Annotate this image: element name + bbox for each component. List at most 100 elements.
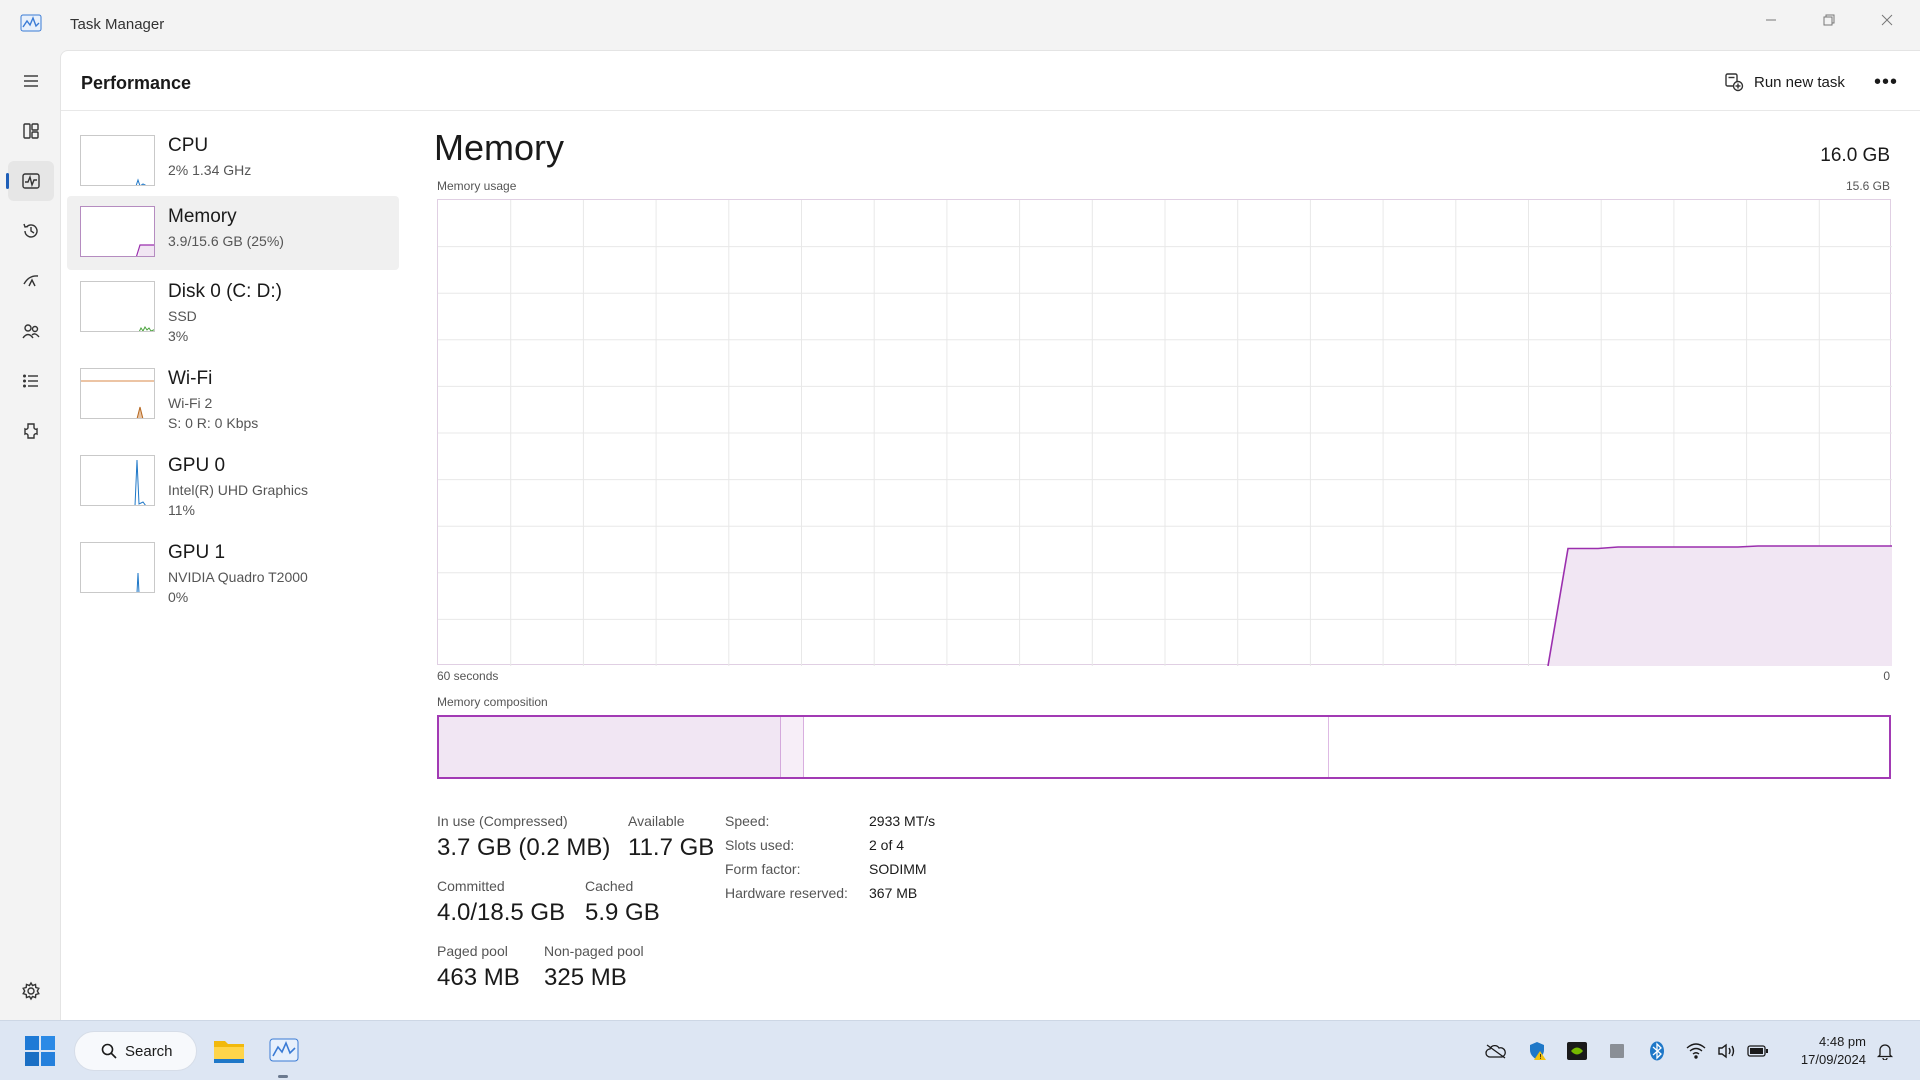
cached-value: 5.9 GB (585, 899, 660, 926)
committed-label: Committed (437, 878, 505, 894)
more-options-button[interactable]: ••• (1871, 69, 1901, 95)
clock-date: 17/09/2024 (1800, 1052, 1866, 1067)
active-app-indicator (278, 1075, 288, 1078)
memory-usage-graph (437, 199, 1892, 667)
details-icon[interactable] (8, 361, 54, 401)
main-panel: Performance Run new task ••• CPU 2% 1.34… (60, 50, 1920, 1020)
memory-composition-bar (437, 715, 1891, 779)
notification-bell-icon[interactable] (1874, 1041, 1896, 1061)
volume-icon[interactable] (1716, 1041, 1738, 1061)
composition-modified (781, 717, 805, 777)
device-detail: Intel(R) UHD Graphics (168, 482, 309, 498)
security-warning-icon[interactable]: ! (1526, 1041, 1548, 1061)
startup-apps-icon[interactable] (8, 261, 54, 301)
gpu-1-thumbnail (80, 542, 155, 593)
non-paged-pool-label: Non-paged pool (544, 943, 644, 959)
device-memory[interactable]: Memory 3.9/15.6 GB (25%) (67, 196, 399, 270)
device-detail-2: 0% (168, 589, 189, 605)
committed-value: 4.0/18.5 GB (437, 899, 566, 926)
device-detail: 2% 1.34 GHz (168, 162, 252, 178)
minimize-button[interactable] (1742, 0, 1800, 40)
device-name: GPU 1 (168, 542, 226, 563)
paged-pool-label: Paged pool (437, 943, 508, 959)
task-manager-icon (20, 14, 42, 32)
run-new-task-label: Run new task (1754, 73, 1845, 91)
in-use-value: 3.7 GB (0.2 MB) (437, 834, 611, 861)
memory-usage-chart (438, 200, 1892, 667)
form-factor-label: Form factor: (725, 861, 801, 877)
clock-time: 4:48 pm (1819, 1034, 1866, 1049)
bluetooth-icon[interactable] (1646, 1041, 1668, 1061)
restore-button[interactable] (1800, 0, 1858, 40)
memory-usage-label: Memory usage (437, 179, 517, 193)
device-detail: 3.9/15.6 GB (25%) (168, 233, 284, 249)
navigation-rail (0, 50, 60, 1020)
speed-value: 2933 MT/s (869, 813, 936, 829)
taskbar-clock[interactable]: 4:48 pm 17/09/2024 (1801, 1033, 1866, 1069)
hardware-reserved-value: 367 MB (869, 885, 918, 901)
close-button[interactable] (1858, 0, 1916, 40)
onedrive-offline-icon[interactable] (1485, 1041, 1507, 1061)
file-explorer-icon[interactable] (211, 1033, 247, 1069)
app-history-icon[interactable] (8, 211, 54, 251)
device-name: Memory (168, 206, 237, 227)
device-detail: NVIDIA Quadro T2000 (168, 569, 308, 585)
cached-label: Cached (585, 878, 634, 894)
page-title: Performance (81, 73, 192, 93)
window-title: Task Manager (70, 16, 165, 33)
composition-standby (804, 717, 1330, 777)
app-tray-icon[interactable] (1606, 1041, 1628, 1061)
device-detail-2: 3% (168, 328, 189, 344)
form-factor-value: SODIMM (869, 861, 927, 877)
graph-time-span: 60 seconds (437, 669, 499, 683)
page-header: Performance Run new task ••• (61, 51, 1920, 111)
device-gpu-1[interactable]: GPU 1 NVIDIA Quadro T2000 0% (67, 532, 399, 606)
windows-start-icon[interactable] (24, 1035, 56, 1067)
device-disk-0[interactable]: Disk 0 (C: D:) SSD 3% (67, 271, 399, 345)
gpu-0-thumbnail (80, 455, 155, 506)
in-use-label: In use (Compressed) (437, 813, 568, 829)
search-label: Search (125, 1042, 173, 1060)
task-manager-taskbar-icon[interactable] (266, 1033, 302, 1069)
wifi-icon[interactable] (1685, 1041, 1707, 1061)
composition-free (1329, 717, 1889, 777)
performance-icon[interactable] (6, 161, 54, 201)
device-cpu[interactable]: CPU 2% 1.34 GHz (67, 125, 399, 199)
menu-icon[interactable] (8, 61, 54, 101)
run-new-task-icon (1725, 73, 1744, 92)
device-wifi[interactable]: Wi-Fi Wi-Fi 2 S: 0 R: 0 Kbps (67, 358, 399, 432)
device-gpu-0[interactable]: GPU 0 Intel(R) UHD Graphics 11% (67, 445, 399, 519)
hardware-reserved-label: Hardware reserved: (725, 885, 848, 901)
settings-icon[interactable] (8, 971, 54, 1011)
title-bar: Task Manager (0, 0, 1920, 50)
services-icon[interactable] (8, 411, 54, 451)
device-name: Wi-Fi (168, 368, 213, 389)
slots-used-value: 2 of 4 (869, 837, 905, 853)
disk-thumbnail (80, 281, 155, 332)
device-detail: SSD (168, 308, 197, 324)
memory-composition-label: Memory composition (437, 695, 548, 709)
device-name: CPU (168, 135, 209, 156)
memory-heading: Memory (434, 127, 565, 168)
processes-icon[interactable] (8, 111, 54, 151)
users-icon[interactable] (8, 311, 54, 351)
graph-axis-zero: 0 (1883, 669, 1890, 683)
battery-icon[interactable] (1747, 1041, 1769, 1061)
device-detail: Wi-Fi 2 (168, 395, 213, 411)
memory-total: 16.0 GB (1820, 145, 1890, 166)
memory-usage-max: 15.6 GB (1845, 179, 1890, 193)
taskbar-search[interactable]: Search (74, 1031, 197, 1071)
run-new-task-button[interactable]: Run new task (1716, 65, 1853, 99)
nvidia-icon[interactable] (1566, 1041, 1588, 1061)
usage-area (1548, 546, 1892, 666)
available-value: 11.7 GB (628, 834, 715, 861)
paged-pool-value: 463 MB (437, 964, 520, 991)
composition-in-use (439, 717, 782, 777)
device-detail-2: S: 0 R: 0 Kbps (168, 415, 259, 431)
speed-label: Speed: (725, 813, 770, 829)
svg-text:!: ! (1539, 1053, 1542, 1061)
device-detail-2: 11% (168, 502, 195, 518)
wifi-thumbnail (80, 368, 155, 419)
device-name: Disk 0 (C: D:) (168, 281, 282, 302)
slots-used-label: Slots used: (725, 837, 795, 853)
